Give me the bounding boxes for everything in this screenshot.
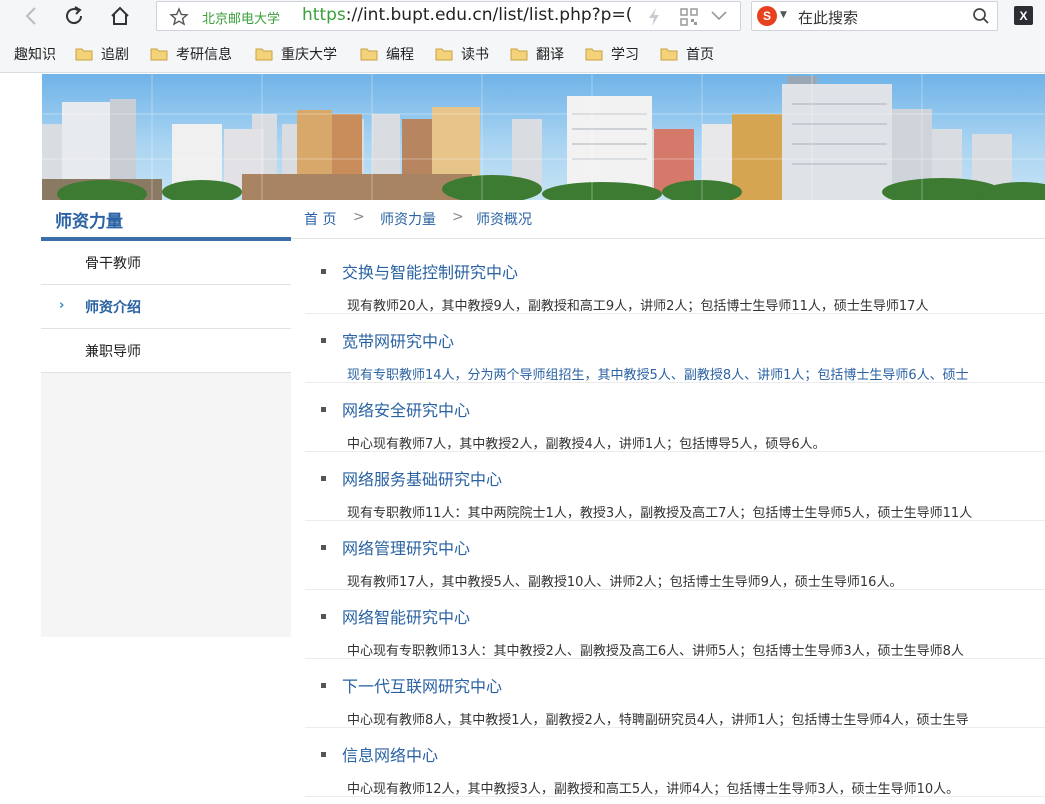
center-title-link[interactable]: 网络管理研究中心 [342,535,470,559]
home-button[interactable] [107,3,133,29]
bookmark-item[interactable]: 编程 [360,45,414,63]
bookmark-item[interactable]: 读书 [435,45,489,63]
bookmark-item[interactable]: 追剧 [75,45,129,63]
chevron-left-icon [25,7,36,25]
list-item: 网络服务基础研究中心现有专职教师11人：其中两院院士1人，教授3人，副教授及高工… [305,452,1045,521]
sidebar-item-part-time-advisors[interactable]: 兼职导师 [41,329,291,373]
center-title-link[interactable]: 网络服务基础研究中心 [342,466,502,490]
center-description: 中心现有专职教师13人：其中教授2人、副教授及高工6人、讲师5人；包括博士生导师… [347,644,964,659]
url-rest: ://int.bupt.edu.cn/list/list.php?p=( [345,5,633,25]
sidebar-item-faculty-intro[interactable]: › 师资介绍 [41,285,291,329]
bookmark-item[interactable]: 首页 [660,45,714,63]
list-item: 下一代互联网研究中心中心现有教师8人，其中教授1人，副教授2人，特聘副研究员4人… [305,659,1045,728]
center-title-link[interactable]: 网络智能研究中心 [342,604,470,628]
search-placeholder[interactable]: 在此搜索 [798,7,858,28]
folder-icon [360,48,378,61]
bullet-icon [321,269,326,274]
search-icon[interactable] [972,7,990,25]
search-engine-icon[interactable]: S [757,6,777,26]
bullet-icon [321,476,326,481]
breadcrumb-separator: > [452,209,464,225]
star-icon[interactable] [169,7,189,27]
center-description[interactable]: 现有专职教师14人，分为两个导师组招生，其中教授5人、副教授8人、讲师1人；包括… [347,364,969,383]
folder-icon [150,48,168,61]
bookmark-item[interactable]: 趣知识 [0,45,56,63]
bullet-icon [321,338,326,343]
home-icon [111,6,129,25]
center-title-link[interactable]: 宽带网研究中心 [342,328,454,352]
bullet-icon [321,683,326,688]
sidebar: 师资力量 骨干教师 › 师资介绍 兼职导师 [41,200,291,637]
chevron-down-icon[interactable] [710,10,728,22]
center-description: 中心现有教师7人，其中教授2人，副教授4人，讲师1人；包括博导5人，硕导6人。 [347,437,826,452]
bullet-icon [321,614,326,619]
sidebar-item-label: 师资介绍 [85,300,141,316]
extension-icon[interactable]: X [1014,6,1033,25]
center-description: 中心现有教师12人，其中教授3人，副教授和高工5人，讲师4人；包括博士生导师3人… [347,782,960,797]
list-item: 网络智能研究中心中心现有专职教师13人：其中教授2人、副教授及高工6人、讲师5人… [305,590,1045,659]
bookmarks-bar: 趣知识 追剧 考研信息 重庆大学 编程 读书 翻译 学习 首页 [0,33,1045,73]
breadcrumb-current: 师资概况 [476,212,532,228]
list-item: 网络安全研究中心中心现有教师7人，其中教授2人，副教授4人，讲师1人；包括博导5… [305,383,1045,452]
caret-down-icon[interactable]: ▼ [780,10,787,20]
bullet-icon [321,545,326,550]
bookmark-label: 翻译 [536,47,564,63]
center-description: 中心现有教师8人，其中教授1人，副教授2人，特聘副研究员4人，讲师1人；包括博士… [347,713,969,728]
reload-icon [66,6,83,25]
sidebar-item-key-teachers[interactable]: 骨干教师 [41,241,291,285]
reload-button[interactable] [61,3,87,29]
bookmark-label: 读书 [461,47,489,63]
bookmark-label: 追剧 [101,47,129,63]
list-item: 交换与智能控制研究中心现有教师20人，其中教授9人，副教授和高工9人，讲师2人；… [305,245,1045,314]
bookmark-label: 首页 [686,47,714,63]
center-title-link[interactable]: 下一代互联网研究中心 [342,673,502,697]
folder-icon [435,48,453,61]
bookmark-item[interactable]: 翻译 [510,45,564,63]
center-title-link[interactable]: 交换与智能控制研究中心 [342,259,518,283]
bookmark-label: 趣知识 [14,47,56,63]
folder-icon [75,48,93,61]
sidebar-item-label: 骨干教师 [85,256,141,272]
sidebar-title-text: 师资力量 [55,212,123,232]
folder-icon [255,48,273,61]
center-description: 现有教师20人，其中教授9人，副教授和高工9人，讲师2人；包括博士生导师11人，… [347,299,929,314]
lightning-icon[interactable] [647,7,661,27]
chevron-right-icon: › [59,298,65,313]
center-title-link[interactable]: 网络安全研究中心 [342,397,470,421]
back-button[interactable] [18,3,44,29]
qr-code-icon[interactable] [680,8,698,26]
address-bar[interactable]: 北京邮电大学 https://int.bupt.edu.cn/list/list… [156,1,741,31]
campus-banner-image [42,74,1045,200]
sidebar-title: 师资力量 [41,200,291,241]
bookmark-label: 重庆大学 [281,47,337,63]
breadcrumb-faculty[interactable]: 师资力量 [380,209,436,229]
bookmark-label: 学习 [611,47,639,63]
url-text[interactable]: https://int.bupt.edu.cn/list/list.php?p=… [302,5,652,25]
folder-icon [510,48,528,61]
bookmark-item[interactable]: 学习 [585,45,639,63]
url-protocol: https [302,5,346,25]
folder-icon [660,48,678,61]
bookmark-label: 编程 [386,47,414,63]
folder-icon [585,48,603,61]
list-item: 网络管理研究中心现有教师17人，其中教授5人、副教授10人、讲师2人；包括博士生… [305,521,1045,590]
bookmark-label: 考研信息 [176,47,232,63]
list-item: 宽带网研究中心现有专职教师14人，分为两个导师组招生，其中教授5人、副教授8人、… [305,314,1045,383]
search-box[interactable]: S ▼ 在此搜索 [751,1,998,31]
center-description: 现有专职教师11人：其中两院院士1人，教授3人，副教授及高工7人；包括博士生导师… [347,506,973,521]
sidebar-item-label: 兼职导师 [85,344,141,360]
bookmark-item[interactable]: 重庆大学 [255,45,337,63]
breadcrumb-separator: > [353,209,365,225]
breadcrumb-home[interactable]: 首 页 [304,209,336,229]
center-description: 现有教师17人，其中教授5人、副教授10人、讲师2人；包括博士生导师9人，硕士生… [347,575,903,590]
bullet-icon [321,407,326,412]
breadcrumb: 首 页 > 师资力量 > 师资概况 [291,200,1045,239]
center-title-link[interactable]: 信息网络中心 [342,742,438,766]
bullet-icon [321,752,326,757]
list-item: 信息网络中心中心现有教师12人，其中教授3人，副教授和高工5人，讲师4人；包括博… [305,728,1045,797]
site-name: 北京邮电大学 [202,12,281,27]
browser-toolbar: 北京邮电大学 https://int.bupt.edu.cn/list/list… [0,0,1045,33]
bookmark-item[interactable]: 考研信息 [150,45,232,63]
